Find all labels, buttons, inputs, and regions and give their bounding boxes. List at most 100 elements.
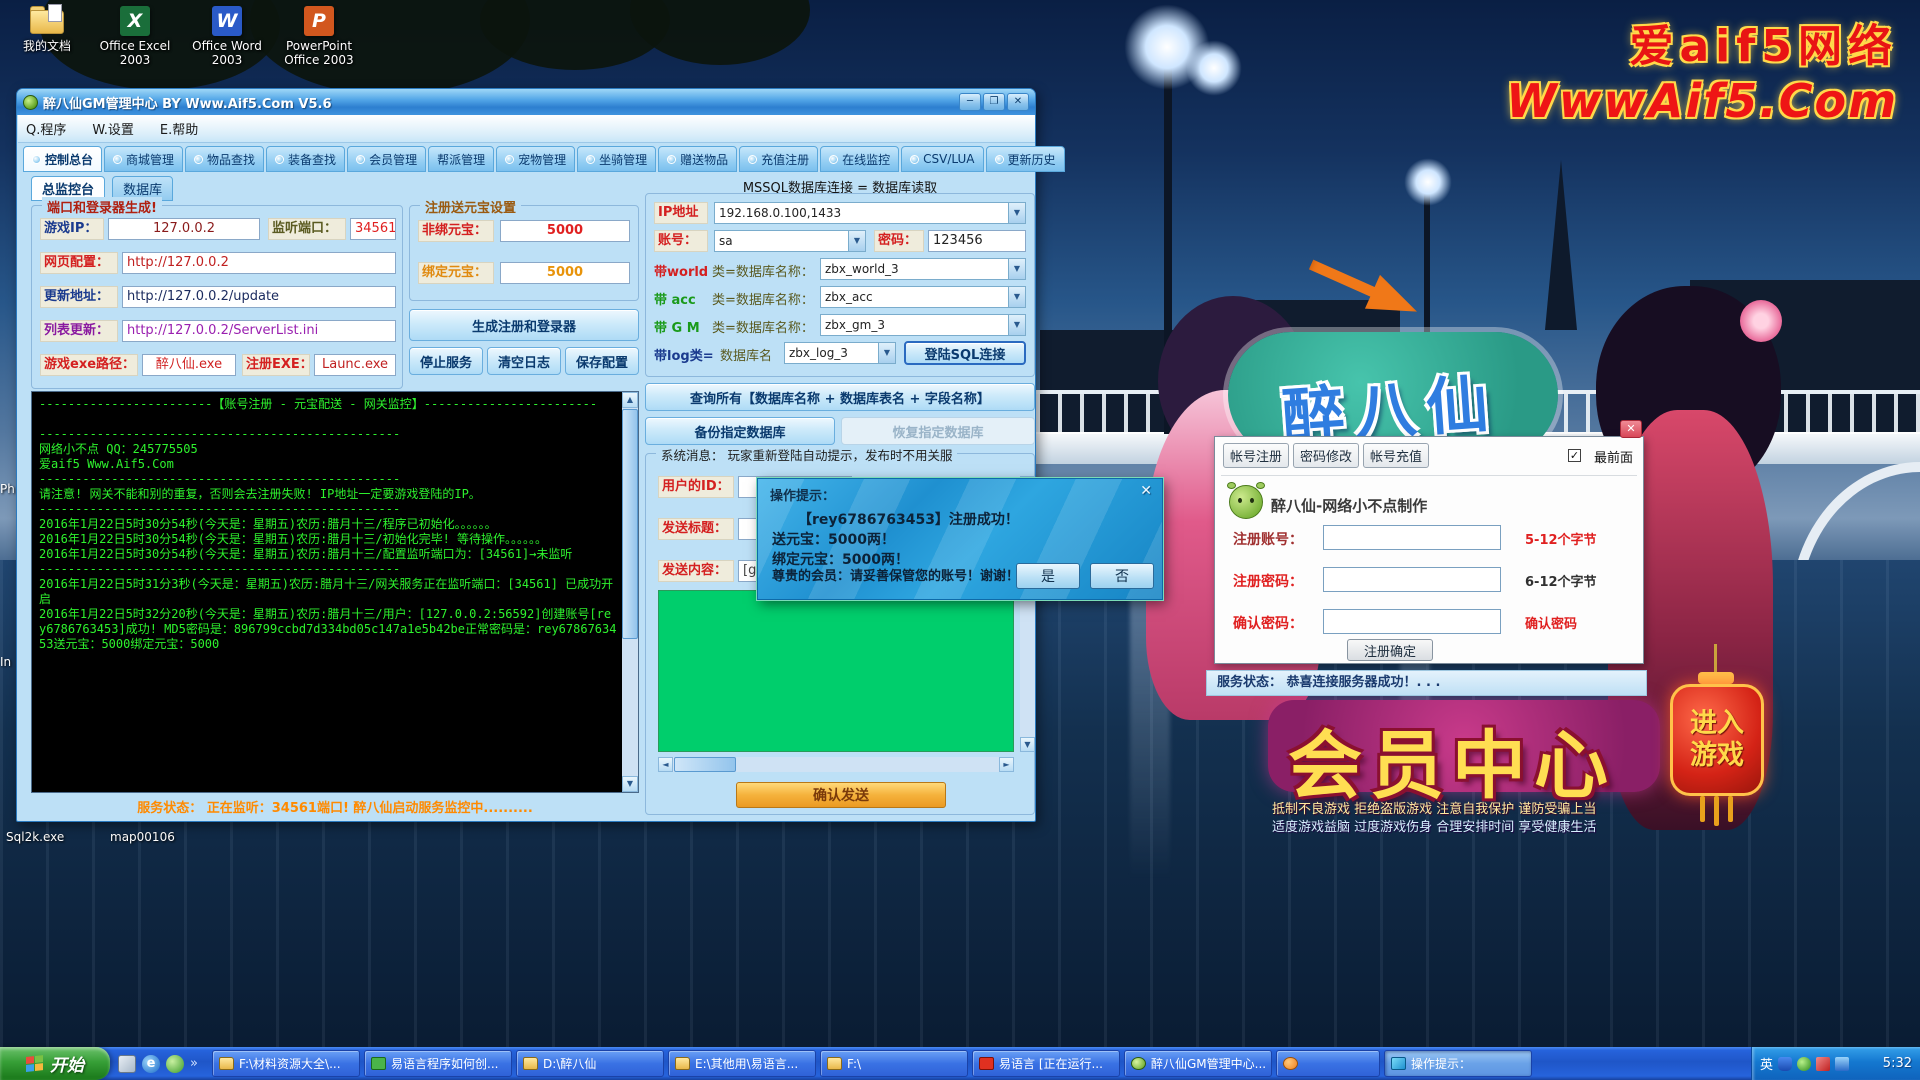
reg-tab-recharge[interactable]: 帐号充值 [1363, 443, 1429, 468]
yes-button[interactable]: 是 [1016, 563, 1080, 589]
menu-help[interactable]: E.帮助 [160, 119, 198, 138]
close-button[interactable]: ✕ [1007, 93, 1029, 111]
topmost-checkbox[interactable]: ✓ [1568, 449, 1581, 462]
reg-confirm-input[interactable] [1323, 609, 1501, 634]
web-config-input[interactable]: http://127.0.0.2 [122, 252, 396, 274]
tab-guild[interactable]: 帮派管理 [428, 146, 494, 172]
tab-pet[interactable]: 宠物管理 [496, 146, 575, 172]
game-ip-input[interactable]: 127.0.0.2 [108, 218, 260, 240]
tab-member[interactable]: 会员管理 [347, 146, 426, 172]
show-desktop-icon[interactable] [118, 1055, 136, 1073]
ie-icon[interactable]: e [142, 1055, 160, 1073]
scroll-up-icon[interactable]: ▲ [622, 392, 638, 408]
confirm-send-button[interactable]: 确认发送 [736, 782, 946, 808]
scrollbar-thumb[interactable] [622, 409, 638, 639]
save-config-button[interactable]: 保存配置 [565, 347, 639, 375]
media-player-icon[interactable] [166, 1055, 184, 1073]
generate-launcher-button[interactable]: 生成注册和登录器 [409, 309, 639, 341]
reg-exe-input[interactable]: Launc.exe [314, 354, 396, 376]
monitor-icon[interactable] [1835, 1057, 1849, 1071]
reg-tab-register[interactable]: 帐号注册 [1223, 443, 1289, 468]
enter-game-button[interactable]: 进入 游戏 [1670, 684, 1764, 796]
tab-mount[interactable]: 坐骑管理 [577, 146, 656, 172]
desktop-icon-word[interactable]: W Office Word 2003 [184, 6, 270, 67]
scroll-right-icon[interactable]: ► [999, 757, 1014, 772]
unbound-gold-input[interactable]: 5000 [500, 220, 630, 242]
tab-equip-search[interactable]: 装备查找 [266, 146, 345, 172]
gm-db-combo[interactable]: zbx_gm_3▼ [820, 314, 1026, 336]
tab-control-console[interactable]: 控制总台 [23, 146, 102, 172]
chevron-down-icon[interactable]: ▼ [1008, 259, 1025, 279]
sql-ip-combo[interactable]: 192.168.0.100,1433▼ [714, 202, 1026, 224]
minimize-button[interactable]: ─ [959, 93, 981, 111]
tab-update-history[interactable]: 更新历史 [986, 146, 1065, 172]
dialog-close-icon[interactable]: ✕ [1140, 483, 1152, 499]
backup-db-button[interactable]: 备份指定数据库 [645, 417, 835, 445]
query-all-button[interactable]: 查询所有【数据库名称 + 数据库表名 + 字段名称】 [645, 383, 1035, 411]
console-scrollbar[interactable]: ▲ ▼ [622, 392, 638, 792]
task-button-folder-zbx[interactable]: D:\醉八仙 [516, 1050, 664, 1077]
reg-account-input[interactable] [1323, 525, 1501, 550]
member-center-text[interactable]: 会员中心 [1288, 706, 1616, 813]
start-button[interactable]: 开始 [0, 1047, 110, 1080]
reg-password-input[interactable] [1323, 567, 1501, 592]
list-update-input[interactable]: http://127.0.0.2/ServerList.ini [122, 320, 396, 342]
chevron-down-icon[interactable]: ▼ [848, 231, 865, 251]
clear-log-button[interactable]: 清空日志 [487, 347, 561, 375]
gm-titlebar[interactable]: 醉八仙GM管理中心 BY Www.Aif5.Com V5.6 ─ ❐ ✕ [17, 89, 1035, 115]
send-content-area[interactable] [658, 590, 1014, 752]
chevron-down-icon[interactable]: ▼ [1008, 203, 1025, 223]
chevron-down-icon[interactable]: ▼ [878, 343, 895, 363]
desktop-label-sql2k[interactable]: Sql2k.exe [6, 830, 64, 844]
world-db-combo[interactable]: zbx_world_3▼ [820, 258, 1026, 280]
acc-db-combo[interactable]: zbx_acc▼ [820, 286, 1026, 308]
shield-icon[interactable] [1778, 1057, 1792, 1071]
log-console[interactable]: ------------------------【账号注册 - 元宝配送 - 网… [31, 391, 639, 793]
task-button-operation-prompt[interactable]: 操作提示： [1384, 1050, 1532, 1077]
reg-tab-change-password[interactable]: 密码修改 [1293, 443, 1359, 468]
sql-password-input[interactable]: 123456 [928, 230, 1026, 252]
tab-item-search[interactable]: 物品查找 [185, 146, 264, 172]
scroll-left-icon[interactable]: ◄ [658, 757, 673, 772]
listen-port-input[interactable]: 34561 [350, 218, 396, 240]
reg-close-button[interactable]: ✕ [1620, 420, 1642, 438]
desktop-icon-powerpoint[interactable]: P PowerPoint Office 2003 [276, 6, 362, 67]
task-button-gm-center[interactable]: 醉八仙GM管理中心... [1124, 1050, 1272, 1077]
bound-gold-input[interactable]: 5000 [500, 262, 630, 284]
quick-launch-chevron-icon[interactable]: » [190, 1056, 198, 1071]
desktop-icon-my-documents[interactable]: 我的文档 [4, 6, 90, 53]
desktop-label-map00106[interactable]: map00106 [110, 830, 175, 844]
stop-service-button[interactable]: 停止服务 [409, 347, 483, 375]
task-button-misc[interactable] [1276, 1050, 1380, 1077]
tab-mall[interactable]: 商城管理 [104, 146, 183, 172]
antivirus-icon[interactable] [1797, 1057, 1811, 1071]
menu-settings[interactable]: W.设置 [92, 119, 134, 138]
sql-account-combo[interactable]: sa▼ [714, 230, 866, 252]
scroll-down-icon[interactable]: ▼ [622, 776, 638, 792]
desktop-icon-excel[interactable]: X Office Excel 2003 [92, 6, 178, 67]
im-icon[interactable] [1816, 1057, 1830, 1071]
task-button-elang-running[interactable]: 易语言 [正在运行... [972, 1050, 1120, 1077]
tab-online-monitor[interactable]: 在线监控 [820, 146, 899, 172]
tab-csv-lua[interactable]: CSV/LUA [901, 146, 983, 172]
task-button-folder-f[interactable]: F:\ [820, 1050, 968, 1077]
update-url-input[interactable]: http://127.0.0.2/update [122, 286, 396, 308]
task-button-folder-elang[interactable]: E:\其他用\易语言... [668, 1050, 816, 1077]
menu-program[interactable]: Q.程序 [26, 119, 66, 138]
task-button-folder-materials[interactable]: F:\材料资源大全\... [212, 1050, 360, 1077]
task-button-elang-doc[interactable]: 易语言程序如何创... [364, 1050, 512, 1077]
chevron-down-icon[interactable]: ▼ [1008, 315, 1025, 335]
scroll-down-icon[interactable]: ▼ [1020, 737, 1035, 752]
horizontal-scrollbar[interactable]: ◄ ► [658, 757, 1014, 772]
no-button[interactable]: 否 [1090, 563, 1154, 589]
chevron-down-icon[interactable]: ▼ [1008, 287, 1025, 307]
log-db-combo[interactable]: zbx_log_3▼ [784, 342, 896, 364]
maximize-button[interactable]: ❐ [983, 93, 1005, 111]
tab-gift[interactable]: 赠送物品 [658, 146, 737, 172]
game-exe-input[interactable]: 醉八仙.exe [142, 354, 236, 376]
sql-login-button[interactable]: 登陆SQL连接 [904, 341, 1026, 365]
reg-submit-button[interactable]: 注册确定 [1347, 639, 1433, 661]
tab-recharge-register[interactable]: 充值注册 [739, 146, 818, 172]
scrollbar-thumb[interactable] [674, 757, 736, 772]
language-indicator[interactable]: 英 [1760, 1054, 1773, 1073]
